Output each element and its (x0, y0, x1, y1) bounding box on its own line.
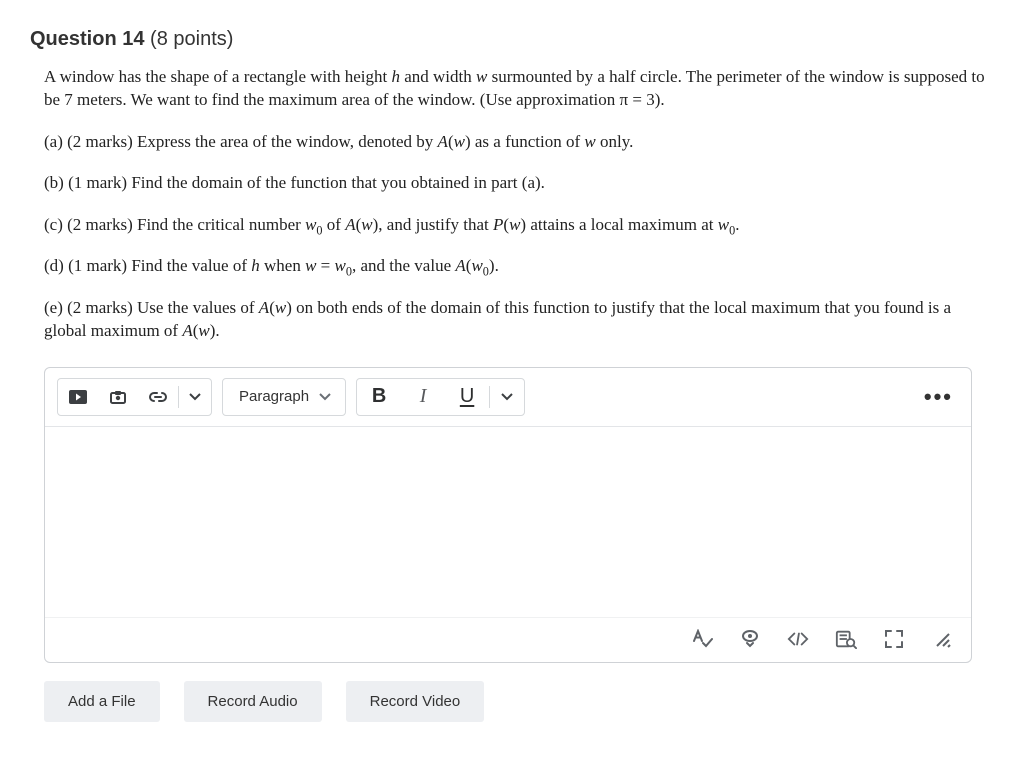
attachment-actions: Add a File Record Audio Record Video (44, 681, 994, 722)
underline-button[interactable]: U (445, 379, 489, 415)
italic-button[interactable]: I (401, 379, 445, 415)
format-group: B I U (356, 378, 525, 416)
format-more-dropdown[interactable] (490, 379, 524, 415)
chevron-down-icon (319, 393, 331, 401)
more-options-button[interactable]: ••• (924, 384, 953, 410)
editor-content-area[interactable] (45, 427, 971, 617)
question-title: Question 14 (8 points) (30, 28, 994, 51)
paragraph-style-dropdown[interactable]: Paragraph (223, 379, 345, 415)
question-part-b: (b) (1 mark) Find the domain of the func… (44, 171, 994, 194)
question-part-a: (a) (2 marks) Express the area of the wi… (44, 130, 994, 153)
paragraph-group: Paragraph (222, 378, 346, 416)
insert-video-button[interactable] (58, 379, 98, 415)
editor-toolbar: Paragraph B I U ••• (45, 368, 971, 427)
question-intro: A window has the shape of a rectangle wi… (44, 65, 994, 112)
question-body: A window has the shape of a rectangle wi… (30, 65, 994, 343)
resize-handle[interactable] (931, 628, 953, 650)
insert-group (57, 378, 212, 416)
question-number: Question 14 (30, 28, 144, 50)
insert-more-dropdown[interactable] (179, 379, 211, 415)
paragraph-label: Paragraph (239, 388, 309, 405)
html-source-button[interactable] (787, 628, 809, 650)
spellcheck-button[interactable] (691, 628, 713, 650)
question-part-d: (d) (1 mark) Find the value of h when w … (44, 254, 994, 277)
record-video-button[interactable]: Record Video (346, 681, 485, 722)
fullscreen-button[interactable] (883, 628, 905, 650)
question-points: (8 points) (150, 28, 233, 50)
rich-text-editor: Paragraph B I U ••• (44, 367, 972, 663)
preview-button[interactable] (835, 628, 857, 650)
question-part-c: (c) (2 marks) Find the critical number w… (44, 213, 994, 236)
question-part-e: (e) (2 marks) Use the values of A(w) on … (44, 296, 994, 343)
insert-link-button[interactable] (138, 379, 178, 415)
insert-image-button[interactable] (98, 379, 138, 415)
record-audio-button[interactable]: Record Audio (184, 681, 322, 722)
bold-button[interactable]: B (357, 379, 401, 415)
editor-footer (45, 617, 971, 662)
accessibility-button[interactable] (739, 628, 761, 650)
add-file-button[interactable]: Add a File (44, 681, 160, 722)
